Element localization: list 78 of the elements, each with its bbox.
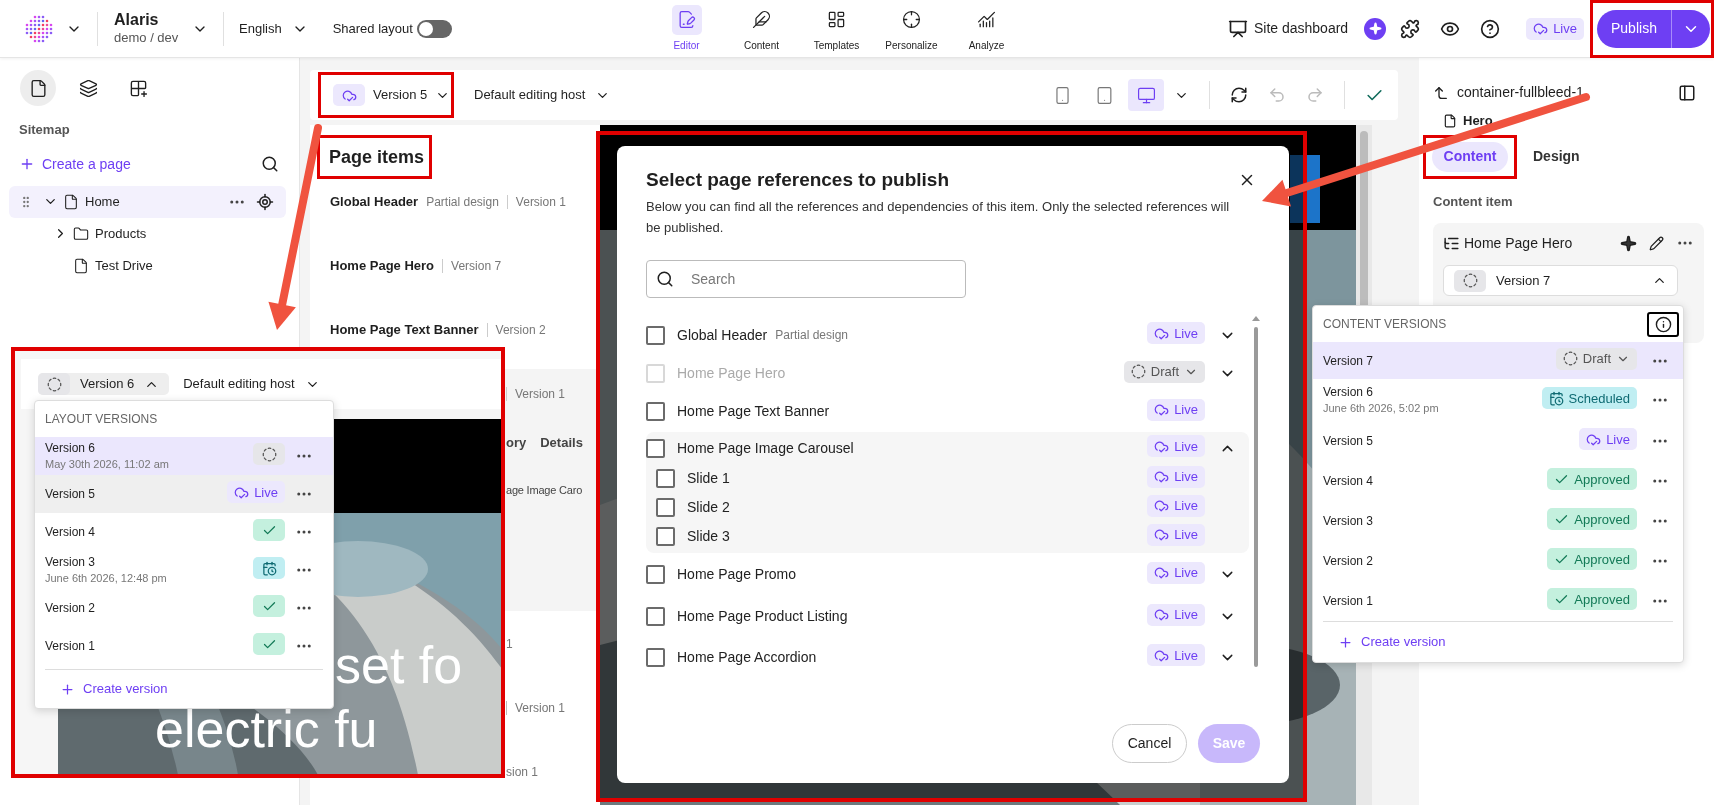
- version-label: Version 4: [1323, 473, 1374, 489]
- reference-name: age Image Caro: [506, 482, 583, 498]
- status-label: Live: [1174, 606, 1198, 624]
- item-version: sion 1: [506, 765, 539, 779]
- item-tag: Partial design: [426, 193, 499, 211]
- status-label: Scheduled: [1568, 389, 1630, 408]
- version-label: Version 5: [373, 86, 428, 105]
- status-label: Approved: [1574, 470, 1630, 489]
- status-label: Live: [1174, 324, 1198, 343]
- version-label: Version 5: [45, 486, 96, 502]
- status-label: Approved: [1574, 550, 1630, 569]
- status-label: Live: [1174, 646, 1198, 665]
- reference-name: Home Page Text Banner: [677, 402, 830, 421]
- host-label: Default editing host: [183, 375, 295, 394]
- reference-tag: Partial design: [775, 326, 848, 344]
- reference-name: Home Page Image Carousel: [677, 438, 854, 458]
- shared-layout-label: Shared layout: [332, 19, 413, 38]
- version-label: Version 3: [1323, 513, 1374, 529]
- version-label: Version 2: [45, 600, 96, 616]
- version-label: Version 2: [1323, 553, 1374, 569]
- status-label: Live: [1174, 437, 1198, 456]
- menu-title: CONTENT VERSIONS: [1323, 316, 1447, 333]
- reference-name: Slide 1: [687, 469, 730, 488]
- status-label: Live: [1174, 497, 1198, 515]
- reference-name: Home Page Accordion: [677, 647, 817, 667]
- status-label: Live: [1174, 526, 1198, 544]
- tree-label: Home: [85, 192, 120, 211]
- version-label: Version 1: [45, 638, 96, 654]
- version-date: June 6th 2026, 12:48 pm: [45, 571, 167, 586]
- status-label: Live: [1606, 430, 1630, 449]
- reference-name: Home Page Promo: [677, 565, 797, 584]
- status-label: Live: [1174, 401, 1198, 419]
- version-label: Version 7: [1323, 352, 1374, 369]
- content-item-name: Home Page Hero: [1464, 233, 1573, 253]
- environment-label: demo / dev: [114, 28, 179, 47]
- status-label: Live: [254, 483, 278, 502]
- host-label: Default editing host: [474, 86, 586, 105]
- version-date: June 6th 2026, 5:02 pm: [1323, 401, 1439, 416]
- org-name: Alaris: [114, 10, 160, 29]
- version-label: Version 3: [45, 554, 97, 570]
- tree-label: Test Drive: [95, 256, 153, 275]
- item-version: Version 1: [515, 194, 566, 211]
- status-label: Approved: [1574, 590, 1630, 609]
- item-version: 1: [506, 637, 513, 651]
- reference-name: Slide 2: [687, 498, 730, 517]
- version-label: Version 6: [1323, 384, 1375, 400]
- panel-title: Page items: [329, 145, 425, 169]
- version-date: May 30th 2026, 11:02 am: [45, 457, 169, 472]
- sitemap-title: Sitemap: [18, 121, 71, 139]
- menu-title: LAYOUT VERSIONS: [44, 411, 159, 428]
- item-version: Version 1: [515, 386, 566, 403]
- status-label: Live: [1174, 468, 1198, 486]
- status-label: Live: [1174, 564, 1198, 582]
- publish-label: Publish: [1610, 19, 1658, 38]
- version-label: Version 1: [1323, 593, 1374, 609]
- section-title: Content item: [1433, 192, 1514, 211]
- item-version: Version 2: [495, 322, 546, 339]
- version-label: Version 4: [45, 524, 96, 540]
- version-label: Version 6: [80, 375, 135, 394]
- version-label: Version 7: [1496, 271, 1551, 290]
- hero-heading: electric fu: [155, 701, 378, 757]
- status-label: Draft: [1150, 363, 1179, 381]
- reference-name: Slide 3: [687, 527, 730, 546]
- reference-name: Home Page Hero: [677, 364, 786, 383]
- tree-label: Products: [95, 224, 147, 243]
- version-label: Version 5: [1323, 433, 1374, 449]
- status-label: Approved: [1574, 510, 1630, 529]
- item-version: Version 1: [506, 701, 566, 715]
- version-label: Version 6: [45, 440, 97, 456]
- site-dashboard-label: Site dashboard: [1253, 19, 1349, 38]
- status-label: Draft: [1582, 350, 1611, 368]
- reference-name: Home Page Product Listing: [677, 607, 848, 626]
- dialog-description: Below you can find all the references and dependencies of this item. Only the selected references will be published.: [646, 198, 1231, 237]
- component-name: Hero: [1463, 112, 1493, 130]
- reference-name: Global Header: [677, 325, 768, 345]
- dialog-title: Select page references to publish: [646, 168, 950, 192]
- status-label: Live: [1553, 19, 1577, 38]
- item-version: Version 7: [451, 258, 502, 275]
